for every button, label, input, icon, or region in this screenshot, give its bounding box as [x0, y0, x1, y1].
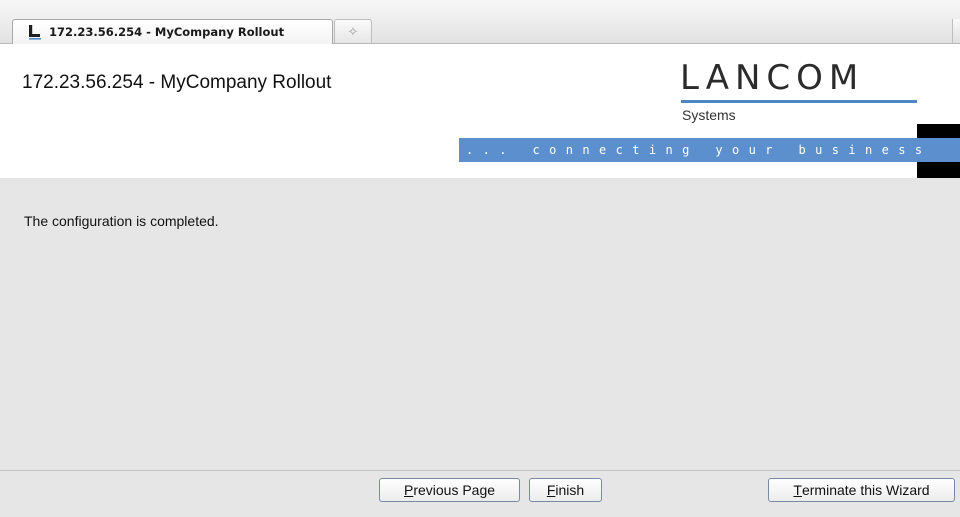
logo-text: LANCOM: [680, 58, 865, 98]
slogan-banner: ... connecting your business: [459, 138, 960, 162]
previous-page-accelerator: P: [403, 482, 414, 498]
new-tab-icon: ✧: [347, 23, 359, 39]
slogan-text: ... connecting your business: [466, 143, 932, 157]
terminate-wizard-button[interactable]: Terminate this Wizard: [768, 478, 955, 502]
page-title: 172.23.56.254 - MyCompany Rollout: [22, 72, 332, 93]
completion-message: The configuration is completed.: [24, 213, 219, 229]
tab-title: 172.23.56.254 - MyCompany Rollout: [49, 25, 285, 39]
wizard-footer: Previous Page Finish Terminate this Wiza…: [0, 470, 960, 517]
tab-active[interactable]: 172.23.56.254 - MyCompany Rollout: [12, 19, 333, 44]
finish-accelerator: F: [546, 482, 556, 498]
terminate-label: erminate this Wizard: [801, 482, 930, 498]
tab-scroll-button[interactable]: [952, 19, 960, 43]
finish-button[interactable]: Finish: [529, 478, 602, 502]
wizard-window: 172.23.56.254 - MyCompany Rollout ✧ 172.…: [0, 0, 960, 517]
lancom-l-icon: [27, 24, 43, 40]
logo-subtext: Systems: [682, 107, 736, 123]
new-tab-button[interactable]: ✧: [334, 19, 372, 43]
lancom-logo: LANCOM Systems: [680, 60, 918, 130]
logo-underline: [681, 100, 917, 103]
tab-strip: 172.23.56.254 - MyCompany Rollout ✧: [0, 0, 960, 44]
page-header: 172.23.56.254 - MyCompany Rollout LANCOM…: [0, 44, 960, 178]
wizard-content: The configuration is completed.: [0, 178, 960, 470]
previous-page-label: revious Page: [413, 482, 496, 498]
previous-page-button[interactable]: Previous Page: [379, 478, 520, 502]
terminate-accelerator: T: [793, 482, 802, 498]
finish-label: inish: [555, 482, 585, 498]
